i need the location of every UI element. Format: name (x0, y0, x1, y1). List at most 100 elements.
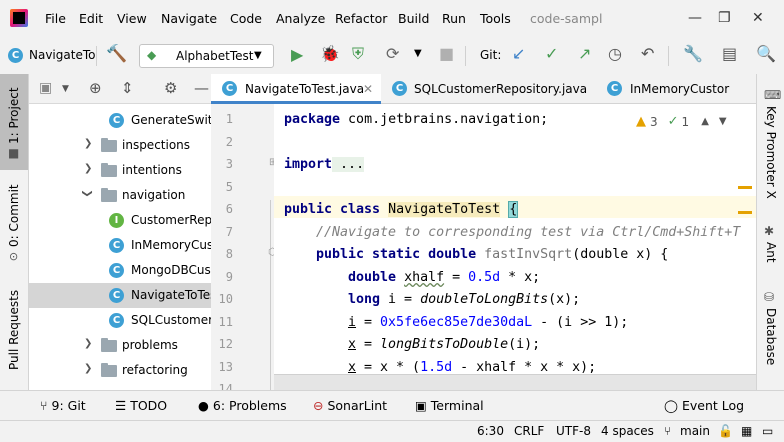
chevron-down-icon[interactable]: ❯ (82, 189, 93, 197)
fold-line (270, 200, 271, 390)
tree-row[interactable]: C InMemoryCust (29, 233, 211, 258)
stop-icon[interactable]: ■ (439, 44, 454, 63)
debug-icon[interactable]: 🐞 (320, 44, 340, 63)
pull-requests-stripe-button[interactable]: Pull Requests (0, 286, 28, 386)
folder-icon (101, 163, 117, 177)
ide-window: File Edit View Navigate Code Analyze Ref… (0, 0, 784, 442)
inspection-widget[interactable]: ▲ 3 ✓ 1 ▲ ▼ (636, 114, 727, 129)
git-commit-icon[interactable]: ✓ (545, 44, 558, 63)
terminal-tool-button[interactable]: ▣ Terminal (415, 398, 484, 413)
caret-position[interactable]: 6:30 (477, 424, 504, 438)
line-separator[interactable]: CRLF (514, 424, 544, 438)
class-icon: C (607, 81, 622, 96)
tree-row[interactable]: ❯ navigation (29, 183, 211, 208)
tree-row[interactable]: ❯ intentions (29, 158, 211, 183)
key-promoter-stripe-button[interactable]: ⌨ Key Promoter X (757, 84, 784, 204)
file-encoding[interactable]: UTF-8 (556, 424, 591, 438)
git-branch-icon: ⑂ (40, 398, 48, 413)
menu-analyze[interactable]: Analyze (276, 11, 325, 26)
close-icon[interactable]: ✕ (752, 10, 764, 26)
git-tool-button[interactable]: ⑂ 9: Git (40, 398, 86, 413)
tree-row[interactable]: ❯ problems (29, 333, 211, 358)
menu-navigate[interactable]: Navigate (161, 11, 217, 26)
interface-icon: I (109, 213, 124, 228)
project-stripe-button[interactable]: 1: Project ■ (0, 74, 28, 170)
tree-row[interactable]: I CustomerRepo (29, 208, 211, 233)
chevron-right-icon[interactable]: ❯ (84, 138, 92, 149)
ant-stripe-button[interactable]: ✱ Ant (757, 220, 784, 270)
line-number: 9 (225, 270, 233, 284)
menu-code[interactable]: Code (230, 11, 262, 26)
problems-tool-button[interactable]: ● 6: Problems (198, 398, 287, 413)
chevron-right-icon[interactable]: ❯ (84, 338, 92, 349)
git-update-icon[interactable]: ↙ (512, 44, 525, 63)
nav-breadcrumb[interactable]: NavigateTo (29, 48, 95, 62)
keyword: import (284, 157, 333, 172)
menu-view[interactable]: View (117, 11, 147, 26)
git-branch[interactable]: main (680, 424, 710, 438)
menu-edit[interactable]: Edit (79, 11, 103, 26)
restore-icon[interactable]: ❐ (718, 10, 731, 26)
menu-tools[interactable]: Tools (480, 11, 511, 26)
code-editor[interactable]: ▲ 3 ✓ 1 ▲ ▼ package com.jetbrains.naviga… (274, 104, 756, 390)
run-icon[interactable]: ▶ (291, 45, 303, 64)
locate-icon[interactable]: ⊕ (89, 79, 102, 97)
menu-build[interactable]: Build (398, 11, 429, 26)
commit-stripe-button[interactable]: 0: Commit ⊙ (0, 182, 28, 266)
rollback-icon[interactable]: ↶ (641, 44, 654, 63)
database-stripe-button[interactable]: ⛁ Database (757, 286, 784, 376)
tab-sqlcustomerrepository[interactable]: C SQLCustomerRepository.java (381, 74, 591, 104)
line-number: 10 (218, 292, 233, 306)
gear-icon[interactable]: ⚙ (164, 79, 177, 97)
tree-row[interactable]: ❯ refactoring (29, 358, 211, 383)
chevron-down-icon-3[interactable]: ▼ (62, 84, 69, 94)
git-push-icon[interactable]: ↗ (578, 44, 591, 63)
event-log-tool-button[interactable]: ◯ Event Log (664, 398, 744, 413)
chevron-right-icon[interactable]: ❯ (84, 363, 92, 374)
bottom-tool-bar: ⑂ 9: Git ☰ TODO ● 6: Problems ⊖ SonarLin… (0, 390, 784, 420)
tab-label: SQLCustomerRepository.java (414, 82, 588, 96)
run-config-select[interactable]: ◆ AlphabetTest ▼ (139, 44, 274, 68)
tab-inmemorycustomer[interactable]: C InMemoryCustor (591, 74, 756, 104)
indent-setting[interactable]: 4 spaces (601, 424, 654, 438)
tab-navigatetotest[interactable]: C NavigateToTest.java ✕ (211, 74, 381, 104)
tree-row[interactable]: C GenerateSwitch (29, 108, 211, 133)
history-icon[interactable]: ◷ (608, 44, 622, 63)
todo-tool-button[interactable]: ☰ TODO (115, 398, 167, 413)
search-icon[interactable]: 🔍 (756, 44, 776, 63)
lock-icon[interactable]: 🔓 (718, 424, 733, 438)
chevron-up-icon[interactable]: ▲ (701, 116, 709, 127)
project-structure-icon[interactable]: ▤ (722, 44, 737, 63)
profile-icon[interactable]: ⟳ (386, 44, 399, 63)
horizontal-scrollbar[interactable] (274, 374, 756, 390)
tree-row[interactable]: ❯ inspections (29, 133, 211, 158)
tree-row[interactable]: C SQLCustomerR (29, 308, 211, 333)
close-icon[interactable]: ✕ (363, 82, 373, 96)
method-call: longBitsToDouble (380, 337, 509, 352)
minimize-icon[interactable]: — (688, 10, 702, 26)
tree-row[interactable]: C MongoDBCust (29, 258, 211, 283)
error-stripe-mark[interactable] (738, 186, 752, 189)
layout-icon[interactable]: ▣ (39, 80, 52, 96)
menu-run[interactable]: Run (442, 11, 466, 26)
sonarlint-tool-button[interactable]: ⊖ SonarLint (313, 398, 387, 413)
folded-text[interactable]: ... (332, 157, 365, 172)
tree-row-label: inspections (122, 138, 191, 152)
code-text: (i); (508, 337, 541, 352)
memory-icon[interactable]: ▦ (741, 424, 752, 438)
tree-row-selected[interactable]: C NavigateToTest (29, 283, 211, 308)
menu-refactor[interactable]: Refactor (335, 11, 387, 26)
todo-tool-label: TODO (130, 398, 168, 413)
settings-icon[interactable]: 🔧 (683, 44, 703, 63)
hide-icon[interactable]: — (194, 79, 209, 97)
chevron-down-icon-2[interactable]: ▼ (414, 48, 422, 59)
class-icon: C (392, 81, 407, 96)
notifications-icon[interactable]: ▭ (762, 424, 773, 438)
menu-file[interactable]: File (45, 11, 66, 26)
chevron-right-icon[interactable]: ❯ (84, 163, 92, 174)
coverage-icon[interactable]: ⛨ (352, 44, 364, 64)
chevron-down-icon[interactable]: ▼ (719, 116, 727, 127)
error-stripe-mark[interactable] (738, 211, 752, 214)
collapse-all-icon[interactable]: ⇕ (121, 79, 134, 97)
build-hammer-icon[interactable]: 🔨 (106, 44, 127, 64)
